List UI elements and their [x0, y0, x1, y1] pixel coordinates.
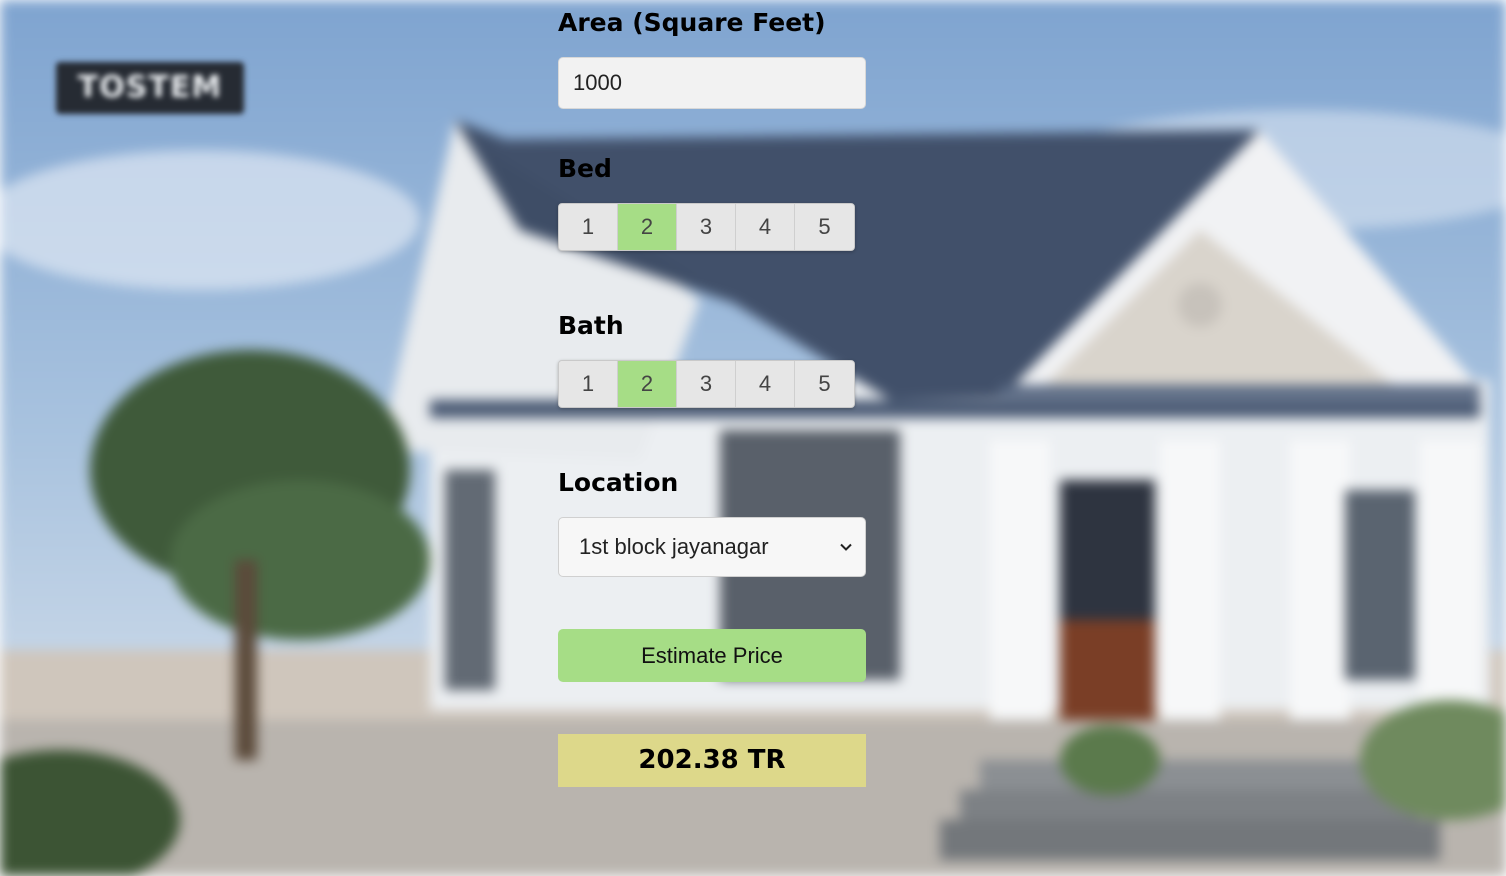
bed-option-5[interactable]: 5 [795, 204, 854, 250]
bath-option-1[interactable]: 1 [559, 361, 618, 407]
bath-label: Bath [558, 311, 624, 340]
location-label: Location [558, 468, 679, 497]
bed-selector: 1 2 3 4 5 [558, 203, 855, 251]
location-selected-value: 1st block jayanagar [579, 534, 769, 559]
area-input[interactable] [558, 57, 866, 109]
bath-option-5[interactable]: 5 [795, 361, 854, 407]
bed-option-4[interactable]: 4 [736, 204, 795, 250]
bed-option-3[interactable]: 3 [677, 204, 736, 250]
brand-logo: TOSTEM [56, 62, 244, 114]
area-label: Area (Square Feet) [558, 8, 826, 37]
location-select[interactable]: 1st block jayanagar [558, 517, 866, 577]
bath-option-2[interactable]: 2 [618, 361, 677, 407]
chevron-down-icon [840, 543, 852, 551]
bed-option-1[interactable]: 1 [559, 204, 618, 250]
bed-label: Bed [558, 154, 612, 183]
estimate-price-button[interactable]: Estimate Price [558, 629, 866, 682]
estimated-price-result: 202.38 TR [558, 734, 866, 787]
bed-option-2[interactable]: 2 [618, 204, 677, 250]
bath-option-4[interactable]: 4 [736, 361, 795, 407]
bath-selector: 1 2 3 4 5 [558, 360, 855, 408]
bath-option-3[interactable]: 3 [677, 361, 736, 407]
